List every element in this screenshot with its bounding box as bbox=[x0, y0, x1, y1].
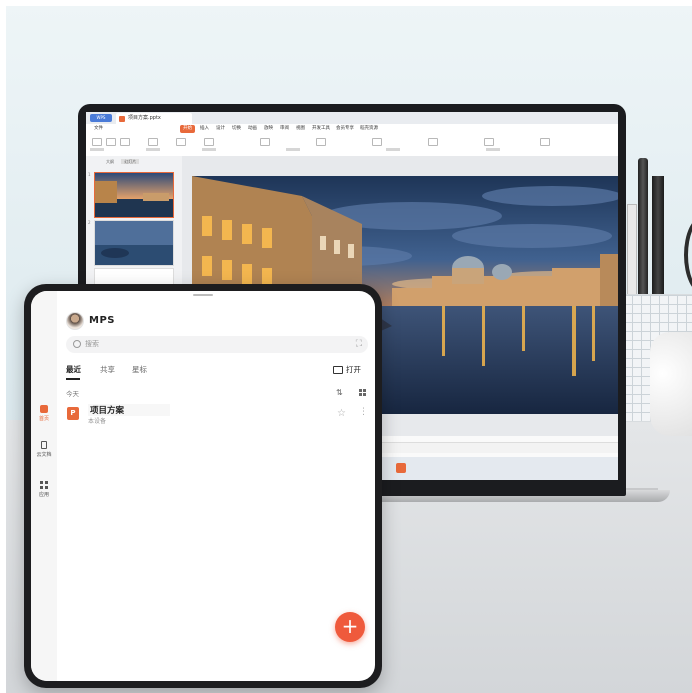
ribbon-button[interactable] bbox=[316, 138, 326, 146]
document-tab-label: 项目方案.pptx bbox=[128, 115, 161, 121]
tab-recent[interactable]: 最近 bbox=[66, 364, 81, 375]
title-bar: WPS 项目方案.pptx bbox=[86, 112, 618, 124]
grid-view-icon[interactable] bbox=[359, 389, 366, 396]
ribbon-button[interactable] bbox=[92, 138, 102, 146]
tab-slides[interactable]: 幻灯片 bbox=[121, 159, 140, 164]
tab-shared[interactable]: 共享 bbox=[100, 364, 115, 375]
venice-thumbnail bbox=[95, 173, 173, 217]
open-button[interactable]: 打开 bbox=[333, 364, 361, 375]
thumb-number: 2 bbox=[88, 220, 91, 225]
thumb-number: 1 bbox=[88, 172, 91, 177]
menu-review[interactable]: 审阅 bbox=[280, 125, 289, 133]
tablet-screen: 首页 云文档 应用 MPS 搜索 ⛶ 最近 共享 星标 打开 今天 ⇅ P 项目… bbox=[31, 291, 375, 681]
menu-design[interactable]: 设计 bbox=[216, 125, 225, 133]
nav-apps-label: 应用 bbox=[38, 492, 49, 498]
app-logo: MPS bbox=[89, 315, 115, 326]
photo-scene: WPS 项目方案.pptx 文件 开始 插入 设计 切换 动画 放映 审阅 视图… bbox=[0, 0, 692, 693]
home-icon bbox=[40, 405, 48, 413]
image-border bbox=[0, 0, 692, 6]
ribbon-button[interactable] bbox=[204, 138, 214, 146]
ribbon-button[interactable] bbox=[148, 138, 158, 146]
document-tab[interactable]: 项目方案.pptx bbox=[116, 113, 192, 124]
ribbon-button[interactable] bbox=[120, 138, 130, 146]
search-input[interactable]: 搜索 ⛶ bbox=[66, 336, 368, 353]
ribbon-caption bbox=[202, 148, 216, 151]
folder-icon bbox=[333, 366, 343, 374]
ribbon-button[interactable] bbox=[372, 138, 382, 146]
nav-cloud-docs[interactable]: 云文档 bbox=[31, 441, 57, 458]
tablet-device: 首页 云文档 应用 MPS 搜索 ⛶ 最近 共享 星标 打开 今天 ⇅ P 项目… bbox=[24, 284, 382, 688]
pen bbox=[652, 176, 664, 296]
ribbon-caption bbox=[90, 148, 104, 151]
menu-view[interactable]: 视图 bbox=[296, 125, 305, 133]
nav-cloud-docs-label: 云文档 bbox=[36, 452, 52, 458]
menu-insert[interactable]: 插入 bbox=[200, 125, 209, 133]
panel-tabs: 大纲 幻灯片 bbox=[106, 159, 140, 165]
ribbon-caption bbox=[146, 148, 160, 151]
ribbon-caption bbox=[286, 148, 300, 151]
menu-animation[interactable]: 动画 bbox=[248, 125, 257, 133]
file-location: 本设备 bbox=[88, 418, 107, 425]
pen bbox=[627, 204, 637, 300]
tab-starred[interactable]: 星标 bbox=[132, 364, 147, 375]
drag-handle[interactable] bbox=[193, 294, 213, 296]
apps-grid-icon bbox=[40, 481, 48, 489]
side-navigation: 首页 云文档 应用 bbox=[31, 291, 57, 681]
ribbon-caption bbox=[486, 148, 500, 151]
file-name: 项目方案 bbox=[88, 404, 170, 416]
ribbon-caption bbox=[386, 148, 400, 151]
menu-developer[interactable]: 开发工具 bbox=[312, 125, 330, 133]
ribbon-toolbar bbox=[86, 134, 618, 157]
menu-docer[interactable]: 稻壳资源 bbox=[360, 125, 378, 133]
search-placeholder: 搜索 bbox=[85, 340, 99, 348]
ribbon-button[interactable] bbox=[106, 138, 116, 146]
mug bbox=[650, 332, 692, 436]
document-icon bbox=[41, 441, 47, 449]
sort-icon[interactable]: ⇅ bbox=[336, 388, 343, 397]
ribbon-button[interactable] bbox=[484, 138, 494, 146]
seascape-thumbnail bbox=[95, 221, 173, 265]
menu-home[interactable]: 开始 bbox=[180, 125, 195, 133]
section-header: 今天 bbox=[66, 390, 79, 398]
create-new-button[interactable]: + bbox=[335, 612, 365, 642]
wps-taskbar-icon[interactable] bbox=[396, 463, 406, 473]
avatar[interactable] bbox=[66, 312, 84, 330]
more-icon[interactable]: ⋮ bbox=[359, 407, 368, 417]
search-icon bbox=[73, 340, 81, 348]
ribbon-button[interactable] bbox=[540, 138, 550, 146]
pen bbox=[638, 158, 648, 298]
active-tab-indicator bbox=[66, 378, 80, 380]
star-icon[interactable]: ☆ bbox=[337, 408, 346, 419]
ribbon-button[interactable] bbox=[428, 138, 438, 146]
ribbon-button[interactable] bbox=[260, 138, 270, 146]
nav-apps[interactable]: 应用 bbox=[31, 481, 57, 498]
slide-thumbnail-2[interactable] bbox=[94, 220, 174, 266]
menu-member[interactable]: 会员专享 bbox=[336, 125, 354, 133]
presentation-icon bbox=[119, 116, 125, 122]
list-item[interactable]: P 项目方案 本设备 ☆ ⋮ bbox=[57, 401, 375, 429]
nav-home-label: 首页 bbox=[38, 416, 49, 422]
slide-thumbnail-1[interactable] bbox=[94, 172, 174, 218]
menu-transition[interactable]: 切换 bbox=[232, 125, 241, 133]
wps-home-tab[interactable]: WPS bbox=[90, 114, 112, 122]
ribbon-button[interactable] bbox=[176, 138, 186, 146]
menu-file[interactable]: 文件 bbox=[94, 125, 103, 133]
scan-icon[interactable]: ⛶ bbox=[356, 339, 362, 349]
presentation-file-icon: P bbox=[67, 407, 79, 420]
nav-home[interactable]: 首页 bbox=[31, 405, 57, 422]
image-border bbox=[0, 0, 6, 693]
open-label: 打开 bbox=[346, 365, 361, 374]
menu-slideshow[interactable]: 放映 bbox=[264, 125, 273, 133]
tab-outline[interactable]: 大纲 bbox=[106, 159, 114, 164]
